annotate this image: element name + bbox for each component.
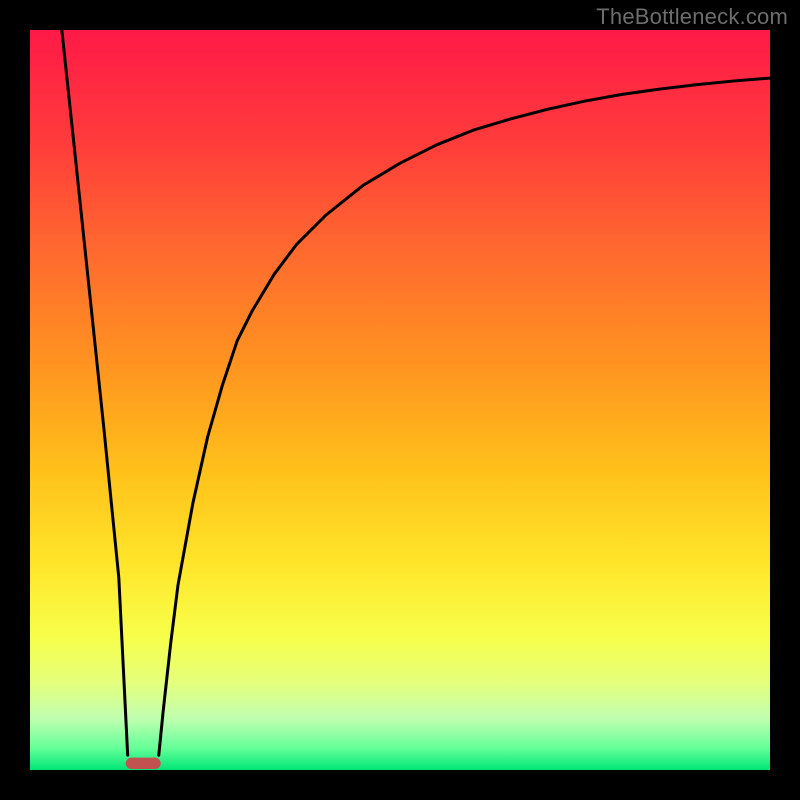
gradient-background bbox=[30, 30, 770, 770]
optimum-marker bbox=[126, 758, 160, 768]
chart-frame: TheBottleneck.com bbox=[0, 0, 800, 800]
watermark-text: TheBottleneck.com bbox=[596, 4, 788, 30]
plot-area bbox=[30, 30, 770, 770]
chart-svg bbox=[30, 30, 770, 770]
